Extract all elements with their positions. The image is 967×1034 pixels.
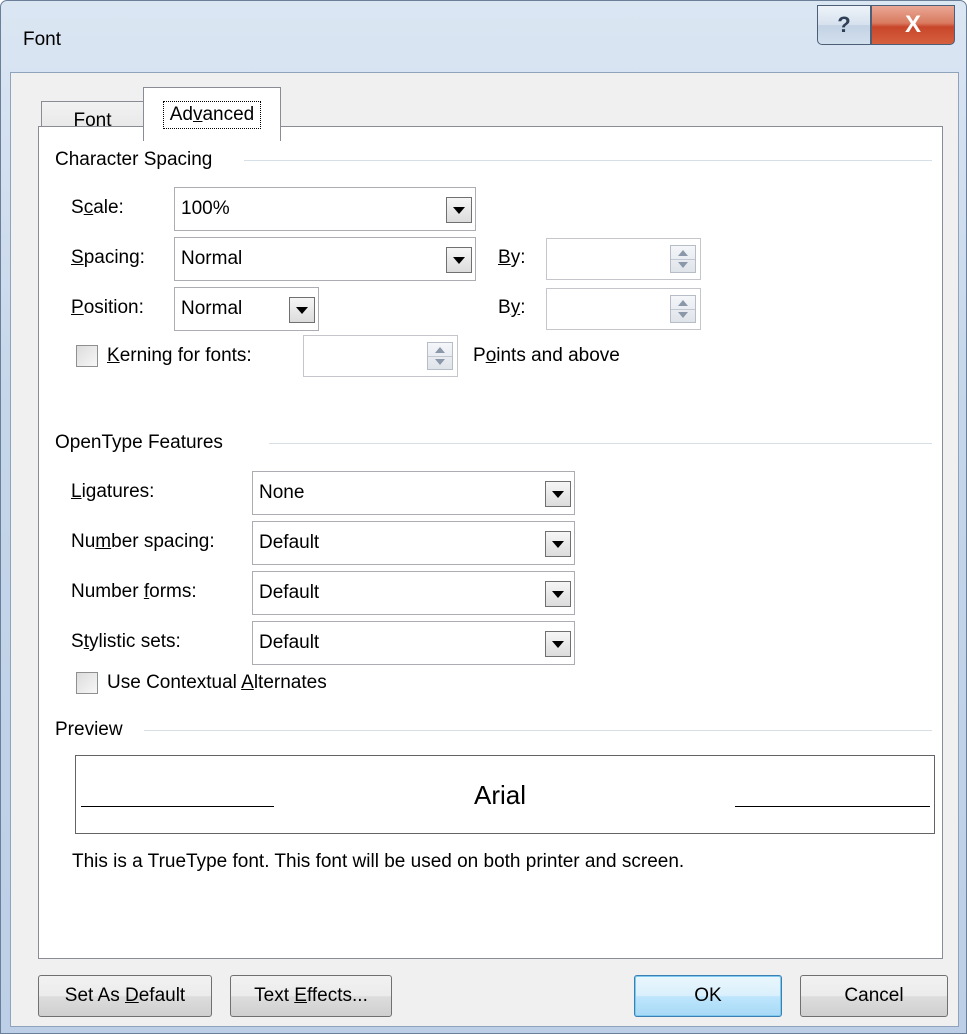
position-dropdown[interactable]: Normal (174, 287, 319, 331)
chevron-down-icon[interactable] (545, 481, 571, 507)
stylistic-sets-value: Default (259, 632, 320, 653)
chevron-down-icon[interactable] (545, 531, 571, 557)
character-spacing-divider (244, 160, 932, 161)
cancel-button[interactable]: Cancel (800, 975, 948, 1017)
position-by-label: By: (498, 297, 526, 318)
advanced-panel: Character Spacing Scale: 100% Spacing: N… (38, 126, 943, 959)
ok-button[interactable]: OK (634, 975, 782, 1017)
stylistic-sets-dropdown[interactable]: Default (252, 621, 575, 665)
set-as-default-label: Set As Default (64, 985, 186, 1006)
chevron-down-icon[interactable] (545, 581, 571, 607)
scale-dropdown[interactable]: 100% (174, 187, 476, 231)
points-and-above-label: Points and above (473, 345, 620, 366)
title-bar: Font ? X (1, 1, 966, 71)
help-button[interactable]: ? (817, 5, 871, 45)
opentype-heading: OpenType Features (55, 432, 223, 453)
scale-label: Scale: (71, 197, 124, 218)
kerning-points-spinner[interactable] (303, 335, 458, 377)
preview-sample-text: Arial (474, 780, 527, 810)
number-spacing-label: Number spacing: (71, 531, 215, 552)
position-label: Position: (71, 297, 144, 318)
stylistic-sets-label: Stylistic sets: (71, 631, 181, 652)
ligatures-value: None (259, 482, 305, 503)
text-effects-label: Text Effects... (254, 985, 368, 1006)
position-by-spinner[interactable] (546, 288, 701, 330)
dialog-client-area: Font Advanced Character Spacing Scale: 1… (10, 72, 959, 1027)
set-as-default-button[interactable]: Set As Default (38, 975, 212, 1017)
spin-arrows-icon[interactable] (670, 295, 696, 323)
ligatures-label: Ligatures: (71, 481, 155, 502)
tab-advanced-label: Advanced (162, 100, 262, 129)
number-spacing-dropdown[interactable]: Default (252, 521, 575, 565)
number-forms-dropdown[interactable]: Default (252, 571, 575, 615)
text-effects-button[interactable]: Text Effects... (230, 975, 392, 1017)
contextual-alternates-checkbox[interactable] (76, 672, 98, 694)
kerning-label[interactable]: Kerning for fonts: (107, 345, 252, 367)
font-description: This is a TrueType font. This font will … (72, 851, 685, 872)
preview-baseline-left (81, 806, 274, 807)
tab-advanced[interactable]: Advanced (143, 87, 281, 141)
spacing-dropdown[interactable]: Normal (174, 237, 476, 281)
opentype-divider (269, 443, 932, 444)
spin-arrows-icon[interactable] (427, 342, 453, 370)
close-button[interactable]: X (871, 5, 955, 45)
spin-arrows-icon[interactable] (670, 245, 696, 273)
window-title: Font (23, 29, 62, 50)
help-icon: ? (837, 12, 851, 37)
preview-baseline-right (735, 806, 930, 807)
preview-heading: Preview (55, 719, 123, 740)
spacing-by-label: By: (498, 247, 526, 268)
chevron-down-icon[interactable] (289, 297, 315, 323)
spacing-label: Spacing: (71, 247, 145, 268)
position-value: Normal (181, 298, 243, 319)
kerning-checkbox[interactable] (76, 345, 98, 367)
contextual-alternates-label[interactable]: Use Contextual Alternates (107, 672, 327, 694)
number-forms-label: Number forms: (71, 581, 197, 602)
chevron-down-icon[interactable] (446, 247, 472, 273)
ok-label: OK (694, 985, 722, 1006)
cancel-label: Cancel (844, 985, 904, 1006)
preview-divider (144, 730, 932, 731)
preview-box: Arial (75, 755, 935, 834)
chevron-down-icon[interactable] (446, 197, 472, 223)
font-dialog-window: Font ? X Font Advanced Character Spacing… (0, 0, 967, 1034)
spacing-by-spinner[interactable] (546, 238, 701, 280)
number-forms-value: Default (259, 582, 320, 603)
character-spacing-heading: Character Spacing (55, 149, 213, 170)
chevron-down-icon[interactable] (545, 631, 571, 657)
ligatures-dropdown[interactable]: None (252, 471, 575, 515)
close-icon: X (904, 11, 921, 38)
number-spacing-value: Default (259, 532, 320, 553)
spacing-value: Normal (181, 248, 243, 269)
scale-value: 100% (181, 198, 230, 219)
